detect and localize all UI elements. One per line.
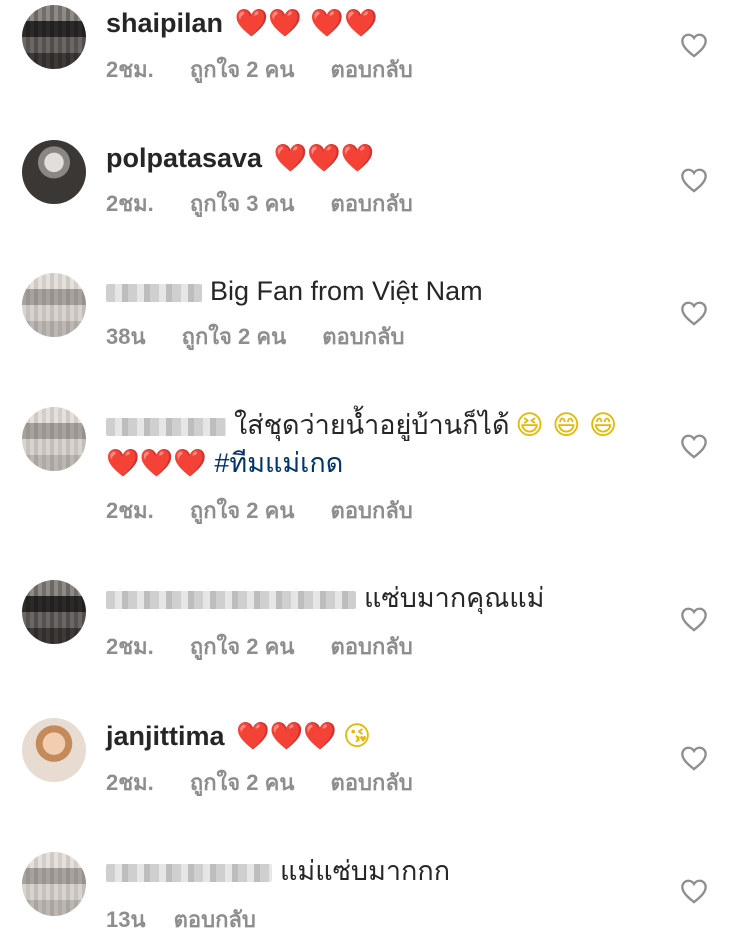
avatar[interactable] <box>22 140 86 204</box>
comment-meta: 2ชม. ถูกใจ 2 คน ตอบกลับ <box>106 497 443 525</box>
avatar[interactable] <box>22 580 86 644</box>
comment-meta: 2ชม. ถูกใจ 2 คน ตอบกลับ <box>106 56 443 84</box>
comment-time[interactable]: 38น <box>106 324 146 349</box>
likes-count[interactable]: ถูกใจ 2 คน <box>182 324 287 349</box>
avatar[interactable] <box>22 407 86 471</box>
comment-meta: 2ชม. ถูกใจ 2 คน ตอบกลับ <box>106 633 443 661</box>
like-heart-icon[interactable] <box>680 167 708 193</box>
hashtag-link[interactable]: #ทีมแม่เกด <box>214 448 343 478</box>
username[interactable]: janjittima <box>106 721 225 751</box>
emoji-text: 😆 😄 😄 <box>515 410 618 441</box>
blurred-username[interactable] <box>106 283 202 302</box>
comment-meta: 2ชม. ถูกใจ 3 คน ตอบกลับ <box>106 190 443 218</box>
reply-button[interactable]: ตอบกลับ <box>331 634 413 659</box>
comment-text-line-2: ❤️❤️❤️ #ทีมแม่เกด <box>106 446 343 481</box>
comment-text: ใส่ชุดว่ายน้ำอยู่บ้านก็ได้ <box>234 410 510 440</box>
comment-meta: 2ชม. ถูกใจ 2 คน ตอบกลับ <box>106 769 443 797</box>
avatar[interactable] <box>22 273 86 337</box>
like-heart-icon[interactable] <box>680 745 708 771</box>
comment-text: Big Fan from Việt Nam <box>210 276 483 306</box>
likes-count[interactable]: ถูกใจ 3 คน <box>190 191 295 216</box>
like-heart-icon[interactable] <box>680 32 708 58</box>
likes-count[interactable]: ถูกใจ 2 คน <box>190 770 295 795</box>
like-heart-icon[interactable] <box>680 878 708 904</box>
comment-text-line: shaipilan ❤️❤️ ❤️❤️ <box>106 6 378 41</box>
comment-text-line: ใส่ชุดว่ายน้ำอยู่บ้านก็ได้ 😆 😄 😄 <box>106 408 617 443</box>
avatar[interactable] <box>22 718 86 782</box>
comment-text: ❤️❤️❤️ <box>236 721 337 752</box>
emoji-text: 😘 <box>342 721 372 752</box>
comment-text: ❤️❤️ ❤️❤️ <box>234 8 378 39</box>
comment-time[interactable]: 2ชม. <box>106 191 154 216</box>
comment-meta: 38น ถูกใจ 2 คน ตอบกลับ <box>106 323 435 351</box>
likes-count[interactable]: ถูกใจ 2 คน <box>190 498 295 523</box>
comment-text-line: แม่แซ่บมากกก <box>106 854 450 888</box>
blurred-username[interactable] <box>106 417 226 436</box>
comment-text-line: janjittima ❤️❤️❤️ 😘 <box>106 719 371 754</box>
username[interactable]: shaipilan <box>106 8 223 38</box>
avatar[interactable] <box>22 852 86 916</box>
comment-text: แม่แซ่บมากกก <box>280 856 451 886</box>
comment-time[interactable]: 13น <box>106 907 146 932</box>
reply-button[interactable]: ตอบกลับ <box>331 498 413 523</box>
comment-text-line: Big Fan from Việt Nam <box>106 274 483 308</box>
like-heart-icon[interactable] <box>680 606 708 632</box>
comment-text: แซ่บมากคุณแม่ <box>364 583 545 613</box>
comment-time[interactable]: 2ชม. <box>106 57 154 82</box>
like-heart-icon[interactable] <box>680 433 708 459</box>
reply-button[interactable]: ตอบกลับ <box>331 57 413 82</box>
comment-time[interactable]: 2ชม. <box>106 634 154 659</box>
reply-button[interactable]: ตอบกลับ <box>174 907 256 932</box>
comment-hearts: ❤️❤️❤️ <box>106 448 207 479</box>
blurred-username[interactable] <box>106 863 272 882</box>
avatar[interactable] <box>22 5 86 69</box>
comment-meta: 13น ตอบกลับ <box>106 906 286 934</box>
comment-text-line: polpatasava ❤️❤️❤️ <box>106 141 374 176</box>
comment-time[interactable]: 2ชม. <box>106 770 154 795</box>
like-heart-icon[interactable] <box>680 300 708 326</box>
reply-button[interactable]: ตอบกลับ <box>331 770 413 795</box>
blurred-username[interactable] <box>106 590 356 609</box>
reply-button[interactable]: ตอบกลับ <box>331 191 413 216</box>
likes-count[interactable]: ถูกใจ 2 คน <box>190 57 295 82</box>
comment-text-line: แซ่บมากคุณแม่ <box>106 581 544 615</box>
comment-time[interactable]: 2ชม. <box>106 498 154 523</box>
username[interactable]: polpatasava <box>106 143 262 173</box>
likes-count[interactable]: ถูกใจ 2 คน <box>190 634 295 659</box>
comment-text: ❤️❤️❤️ <box>273 143 375 174</box>
reply-button[interactable]: ตอบกลับ <box>322 324 404 349</box>
